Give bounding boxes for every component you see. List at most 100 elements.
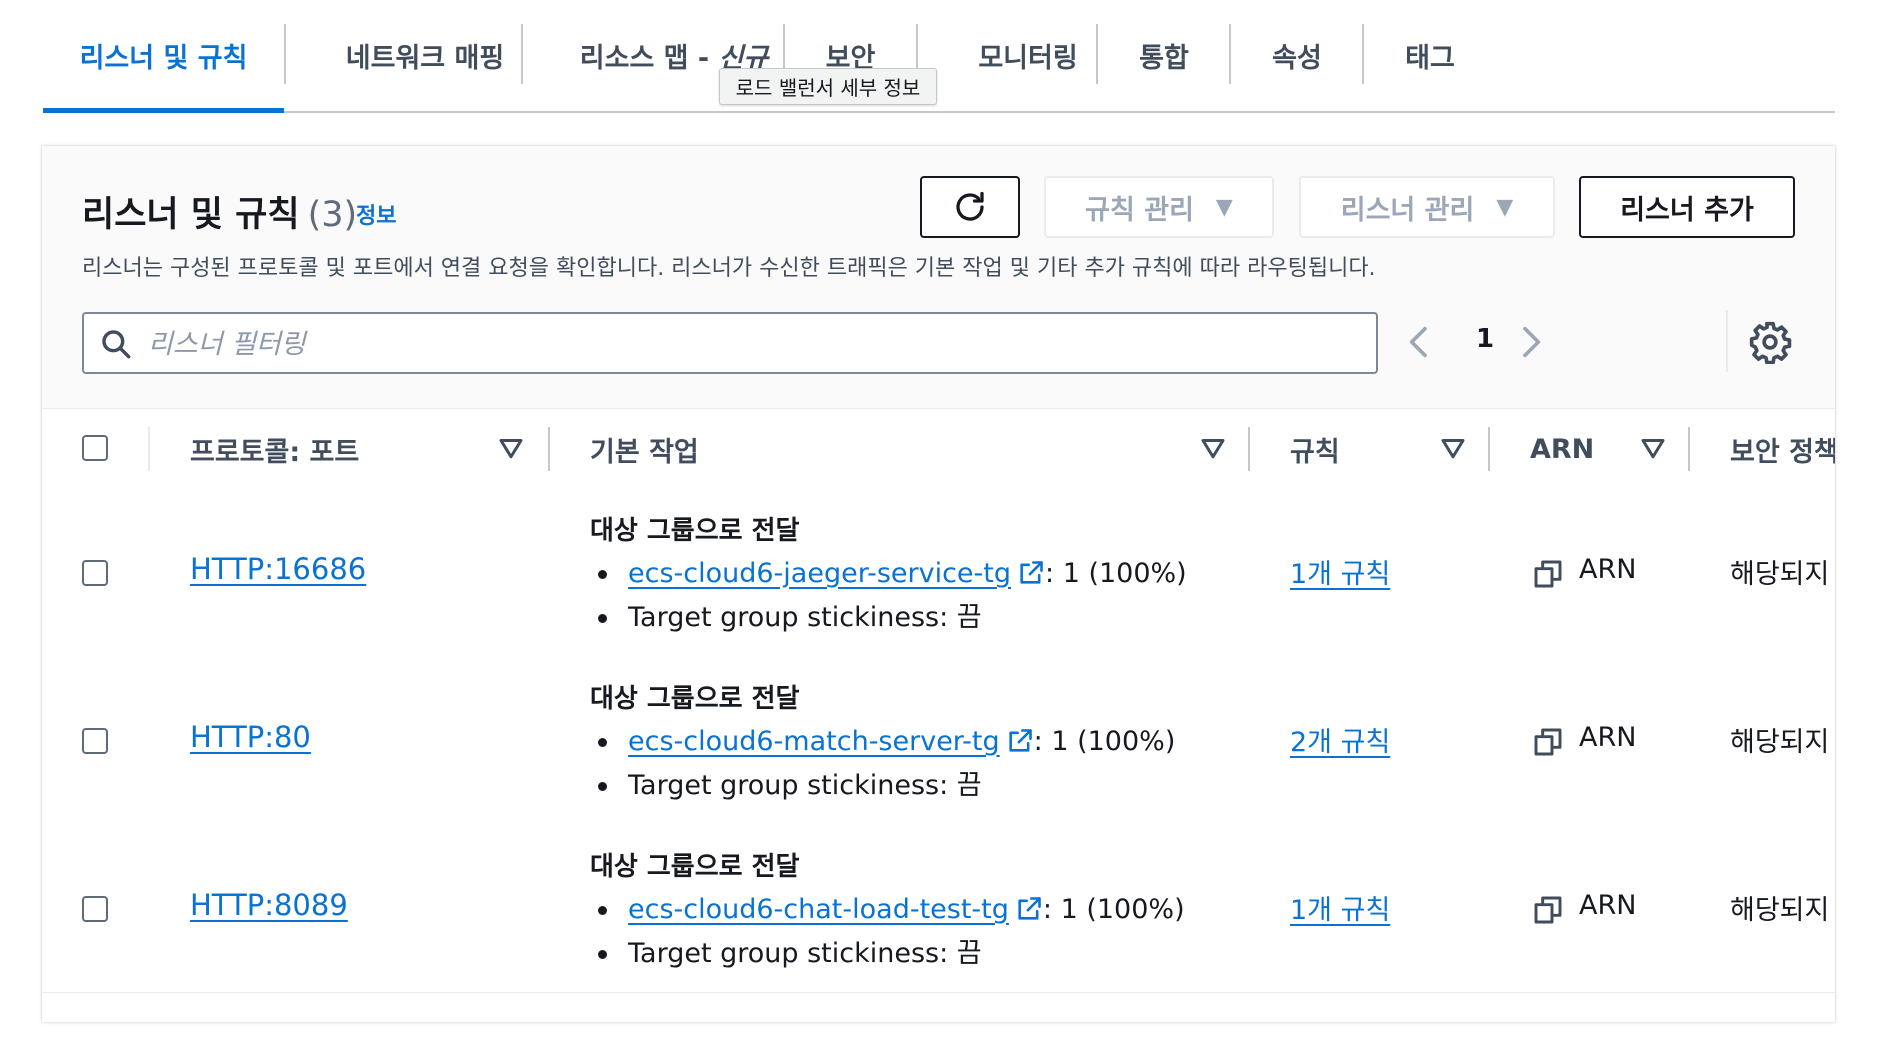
add-listener-label: 리스너 추가 — [1620, 194, 1754, 226]
row-checkbox[interactable] — [82, 728, 108, 754]
tab-label: 모니터링 — [978, 43, 1078, 74]
action-title: 대상 그룹으로 전달 — [590, 684, 800, 714]
refresh-button[interactable] — [920, 176, 1020, 238]
sort-icon[interactable] — [1638, 433, 1668, 463]
table-row: HTTP:80 대상 그룹으로 전달 ecs-cloud6-match-serv… — [42, 656, 1835, 825]
table-row: HTTP:16686 대상 그룹으로 전달 ecs-cloud6-jaeger-… — [42, 488, 1835, 657]
list-item: Target group stickiness: 끔 — [590, 764, 1175, 808]
security-policy-value: 해당되지 — [1730, 727, 1830, 758]
row-checkbox[interactable] — [82, 560, 108, 586]
table-row: HTTP:8089 대상 그룹으로 전달 ecs-cloud6-chat-loa… — [42, 824, 1835, 993]
caret-down-icon: ▼ — [1496, 194, 1514, 220]
tab-tags[interactable]: 태그 — [1364, 0, 1496, 111]
tab-label: 통합 — [1139, 43, 1189, 74]
caret-down-icon: ▼ — [1215, 194, 1233, 220]
listener-link[interactable]: HTTP:8089 — [190, 888, 348, 922]
target-group-name: ecs-cloud6-jaeger-service-tg — [628, 558, 1012, 589]
target-weight: : 1 (100%) — [1045, 558, 1187, 589]
security-policy-value: 해당되지 — [1730, 895, 1830, 926]
column-header-default-action[interactable]: 기본 작업 — [590, 409, 699, 489]
target-group-name: ecs-cloud6-match-server-tg — [628, 726, 1000, 757]
target-weight: : 1 (100%) — [1033, 726, 1176, 757]
column-header-rules[interactable]: 규칙 — [1290, 409, 1340, 489]
sort-icon[interactable] — [1198, 433, 1228, 463]
rules-link[interactable]: 1개 규칙 — [1290, 888, 1390, 927]
column-divider[interactable] — [1688, 427, 1690, 471]
tab-label: 태그 — [1405, 43, 1455, 74]
tab-attributes[interactable]: 속성 — [1231, 0, 1363, 111]
listener-count: (3) — [307, 195, 358, 235]
manage-listeners-button[interactable]: 리스너 관리 ▼ — [1299, 176, 1555, 238]
column-divider[interactable] — [548, 427, 550, 471]
column-header-security-policy[interactable]: 보안 정책 — [1730, 409, 1835, 489]
arn-label: ARN — [1579, 722, 1637, 753]
list-item: ecs-cloud6-chat-load-test-tg : 1 (100%) — [590, 888, 1185, 932]
external-link-icon — [1009, 729, 1032, 752]
target-group-name: ecs-cloud6-chat-load-test-tg — [628, 894, 1009, 925]
stickiness-text: Target group stickiness: 끔 — [628, 938, 982, 969]
external-link-icon — [1018, 897, 1041, 920]
listeners-panel: 리스너 및 규칙 (3) 정보 리스너는 구성된 프로토콜 및 포트에서 연결 요… — [42, 146, 1835, 1022]
security-policy-value: 해당되지 — [1730, 559, 1830, 590]
arn-label: ARN — [1579, 554, 1637, 585]
copy-icon[interactable] — [1532, 894, 1564, 926]
external-link-icon — [1020, 561, 1043, 584]
tab-integrations[interactable]: 통합 — [1098, 0, 1230, 111]
panel-header: 리스너 및 규칙 (3) 정보 리스너는 구성된 프로토콜 및 포트에서 연결 요… — [42, 146, 1835, 408]
listener-link[interactable]: HTTP:16686 — [190, 552, 366, 586]
info-link[interactable]: 정보 — [356, 198, 396, 230]
list-item: ecs-cloud6-jaeger-service-tg : 1 (100%) — [590, 552, 1187, 596]
tab-label: 리소스 맵 - — [579, 43, 710, 74]
add-listener-button[interactable]: 리스너 추가 — [1579, 176, 1795, 238]
manage-listeners-label: 리스너 관리 — [1340, 194, 1475, 226]
sort-icon[interactable] — [1438, 433, 1468, 463]
target-group-link[interactable]: ecs-cloud6-match-server-tg — [628, 726, 1034, 757]
search-icon — [102, 330, 131, 359]
tab-listeners-and-rules[interactable]: 리스너 및 규칙 — [43, 0, 284, 113]
tab-label: 네트워크 매핑 — [345, 43, 505, 74]
chevron-left-icon[interactable] — [1400, 322, 1440, 362]
row-checkbox[interactable] — [82, 896, 108, 922]
stickiness-text: Target group stickiness: 끔 — [628, 770, 982, 801]
copy-icon[interactable] — [1532, 558, 1564, 590]
panel-title: 리스너 및 규칙 (3) — [82, 186, 357, 237]
action-details: ecs-cloud6-match-server-tg : 1 (100%) Tar… — [590, 720, 1175, 808]
sort-icon[interactable] — [496, 433, 526, 463]
rules-link[interactable]: 2개 규칙 — [1290, 720, 1390, 759]
column-divider — [148, 427, 150, 471]
tooltip: 로드 밸런서 세부 정보 — [719, 68, 937, 105]
copy-icon[interactable] — [1532, 726, 1564, 758]
target-group-link[interactable]: ecs-cloud6-jaeger-service-tg — [628, 558, 1045, 589]
target-group-link[interactable]: ecs-cloud6-chat-load-test-tg — [628, 894, 1043, 925]
chevron-right-icon[interactable] — [1510, 322, 1550, 362]
stickiness-text: Target group stickiness: 끔 — [628, 602, 982, 633]
list-item: ecs-cloud6-match-server-tg : 1 (100%) — [590, 720, 1175, 764]
column-divider[interactable] — [1248, 427, 1250, 471]
action-details: ecs-cloud6-jaeger-service-tg : 1 (100%) T… — [590, 552, 1187, 640]
rules-link[interactable]: 1개 규칙 — [1290, 552, 1390, 591]
list-item: Target group stickiness: 끔 — [590, 932, 1185, 976]
tab-label: 리스너 및 규칙 — [79, 43, 248, 74]
target-weight: : 1 (100%) — [1042, 894, 1185, 925]
search-input[interactable] — [146, 314, 1350, 374]
listener-link[interactable]: HTTP:80 — [190, 720, 311, 754]
refresh-icon — [956, 191, 984, 221]
page-number[interactable]: 1 — [1476, 324, 1494, 354]
search-box — [82, 312, 1378, 374]
pager-divider — [1726, 310, 1728, 372]
tab-bar: 리스너 및 규칙 네트워크 매핑 리소스 맵 - 신규 보안 모니터링 통합 속… — [43, 0, 1835, 113]
action-title: 대상 그룹으로 전달 — [590, 852, 800, 882]
tab-label: 속성 — [1272, 43, 1322, 74]
action-title: 대상 그룹으로 전달 — [590, 516, 800, 546]
column-header-arn[interactable]: ARN — [1530, 409, 1594, 489]
column-header-protocol-port[interactable]: 프로토콜: 포트 — [190, 409, 359, 489]
select-all-checkbox[interactable] — [82, 435, 108, 461]
manage-rules-label: 규칙 관리 — [1085, 194, 1194, 226]
list-item: Target group stickiness: 끔 — [590, 596, 1187, 640]
panel-description: 리스너는 구성된 프로토콜 및 포트에서 연결 요청을 확인합니다. 리스너가 … — [82, 256, 1376, 281]
gear-icon[interactable] — [1748, 320, 1792, 364]
arn-label: ARN — [1579, 890, 1637, 921]
manage-rules-button[interactable]: 규칙 관리 ▼ — [1044, 176, 1274, 238]
panel-title-text: 리스너 및 규칙 — [82, 195, 300, 235]
column-divider[interactable] — [1488, 427, 1490, 471]
